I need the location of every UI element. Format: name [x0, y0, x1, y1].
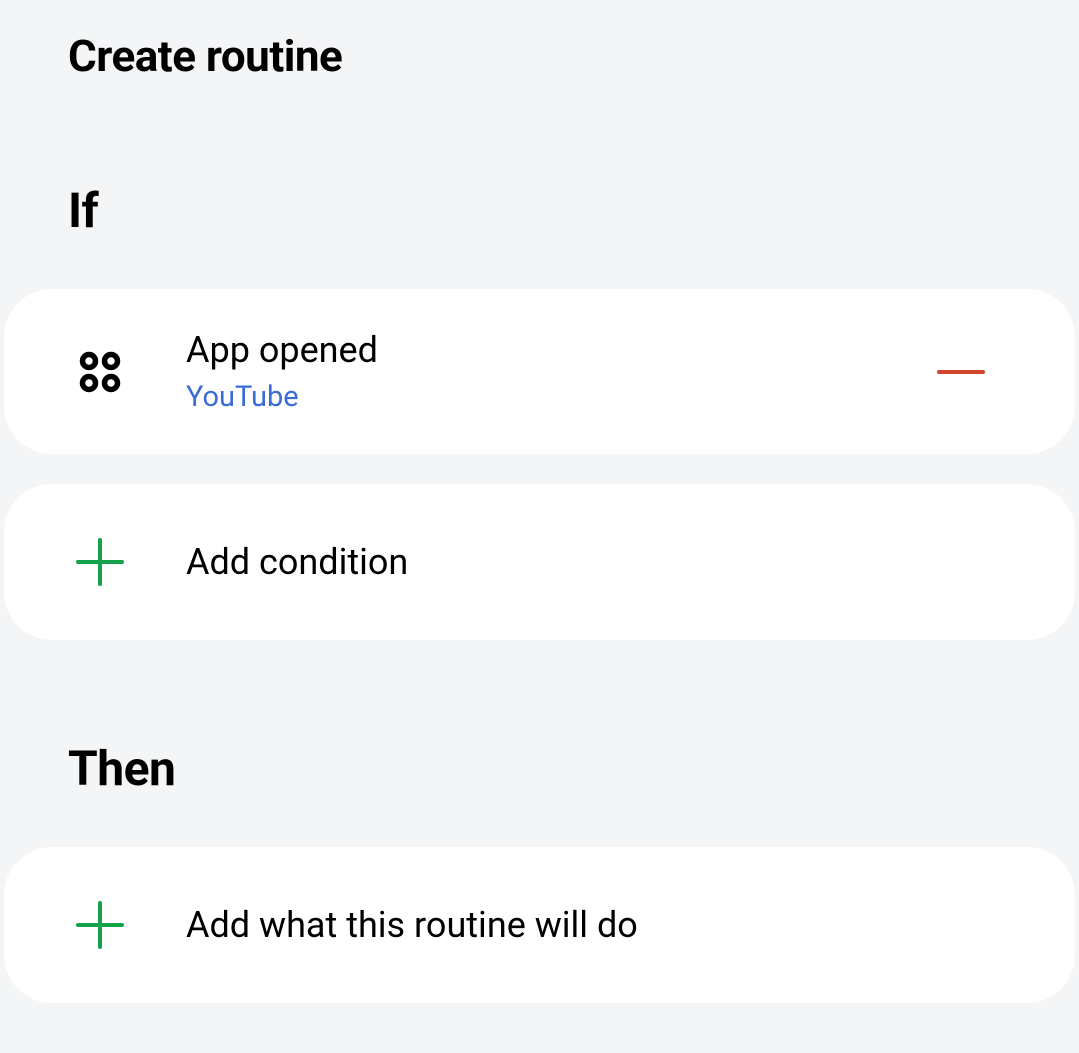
condition-content: App opened YouTube [186, 329, 937, 414]
plus-icon [72, 538, 128, 586]
section-if-title: If [0, 182, 1079, 239]
page-title: Create routine [0, 30, 1079, 82]
section-then-title: Then [0, 740, 1079, 797]
condition-app-name[interactable]: YouTube [186, 380, 937, 414]
add-action-label: Add what this routine will do [186, 904, 1035, 947]
plus-icon [72, 901, 128, 949]
condition-label: App opened [186, 329, 937, 372]
add-action-button[interactable]: Add what this routine will do [4, 847, 1075, 1003]
remove-condition-button[interactable] [937, 348, 985, 396]
apps-icon [72, 351, 128, 393]
add-condition-button[interactable]: Add condition [4, 484, 1075, 640]
add-condition-label: Add condition [186, 541, 1035, 584]
create-routine-screen: Create routine If App opened YouTube [0, 0, 1079, 1053]
condition-card-app-opened[interactable]: App opened YouTube [4, 289, 1075, 454]
